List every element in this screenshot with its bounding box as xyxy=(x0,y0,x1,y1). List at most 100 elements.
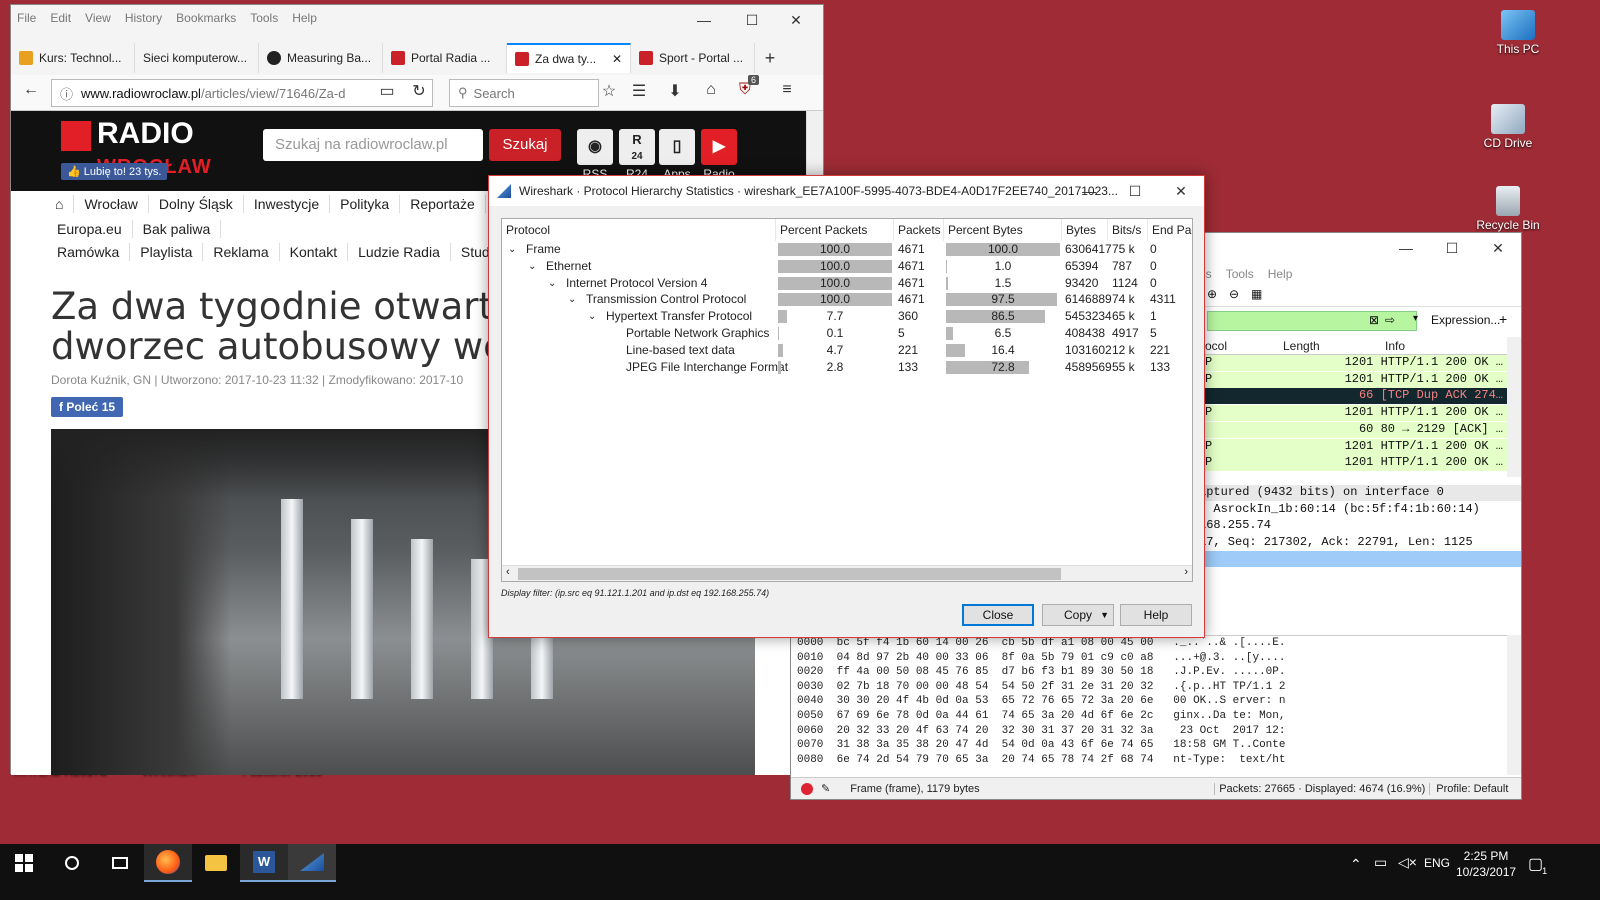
download-icon[interactable]: ⬇ xyxy=(663,81,687,101)
minimize-button[interactable]: — xyxy=(681,5,727,35)
column-header[interactable]: Length xyxy=(1283,339,1320,353)
action-center-icon[interactable]: ▢ 1 xyxy=(1528,854,1547,876)
protocol-row[interactable]: ⌄ Internet Protocol Version 4 100.0 4671 1.5… xyxy=(502,275,1192,292)
tree-horizontal-scrollbar[interactable]: ‹ › xyxy=(502,565,1192,581)
taskbar-firefox[interactable] xyxy=(144,844,192,882)
help-button[interactable]: Help xyxy=(1120,604,1192,626)
nav-item[interactable]: Bak paliwa xyxy=(133,220,222,238)
minimize-button[interactable]: — xyxy=(1383,233,1429,263)
scrollbar-thumb[interactable] xyxy=(518,568,1061,580)
bookmark-star-icon[interactable]: ☆ xyxy=(597,81,621,101)
column-header-packets[interactable]: Packets xyxy=(894,219,944,241)
column-header-end-packets[interactable]: End Pack xyxy=(1148,219,1192,241)
reload-icon[interactable]: ↻ xyxy=(407,81,431,101)
filter-dropdown-icon[interactable]: ▾ xyxy=(1413,313,1418,324)
maximize-button[interactable]: ☐ xyxy=(729,5,775,35)
menu-item[interactable]: Tools xyxy=(1226,267,1254,285)
rss-button[interactable]: ◉ RSS xyxy=(577,129,613,181)
detail-row-selected[interactable] xyxy=(1195,551,1521,567)
close-dialog-button[interactable]: Close xyxy=(962,604,1034,626)
back-arrow-icon[interactable]: ← xyxy=(19,81,43,99)
menu-file[interactable]: File xyxy=(17,11,36,27)
column-header-bits[interactable]: Bits/s xyxy=(1108,219,1148,241)
nav-item[interactable]: Ludzie Radia xyxy=(348,243,451,261)
desktop-icon-recycle-bin[interactable]: Recycle Bin xyxy=(1470,186,1546,232)
library-icon[interactable]: ☰ xyxy=(627,81,651,101)
tab-kurs[interactable]: Kurs: Technol... xyxy=(11,43,135,73)
bytes-scrollbar[interactable] xyxy=(1507,635,1521,775)
home-icon[interactable]: ⌂ xyxy=(699,81,723,99)
facebook-like-button[interactable]: 👍 Lubię to! 23 tys. xyxy=(61,163,168,180)
column-header-protocol[interactable]: Protocol xyxy=(502,219,776,241)
zoom-in-icon[interactable]: ⊕ xyxy=(1207,287,1217,301)
copy-button[interactable]: Copy ▼ xyxy=(1042,604,1114,626)
tab-sport[interactable]: Sport - Portal ... xyxy=(631,43,755,73)
network-icon[interactable]: ▭ xyxy=(1374,854,1387,871)
column-header[interactable]: Info xyxy=(1385,339,1405,353)
capture-status-icon[interactable] xyxy=(801,782,813,795)
detail-row[interactable]: aptured (9432 bits) on interface 0 xyxy=(1195,485,1521,501)
scroll-right-icon[interactable]: › xyxy=(1184,566,1188,578)
expand-chevron-icon[interactable]: ⌄ xyxy=(548,275,556,292)
apps-button[interactable]: ▯ Apps xyxy=(659,129,695,181)
apply-filter-icon[interactable]: ⇨ xyxy=(1385,313,1395,327)
expand-chevron-icon[interactable]: ⌄ xyxy=(508,241,516,258)
nav-item[interactable]: Wrocław xyxy=(74,195,149,213)
detail-row[interactable]: : AsrockIn_1b:60:14 (bc:5f:f4:1b:60:14) xyxy=(1195,502,1521,518)
language-indicator[interactable]: ENG xyxy=(1424,856,1450,870)
close-button[interactable]: ✕ xyxy=(773,5,819,35)
detail-row[interactable]: 17, Seq: 217302, Ack: 22791, Len: 1125 xyxy=(1195,535,1521,551)
nav-item[interactable]: Inwestycje xyxy=(244,195,331,213)
close-button[interactable]: ✕ xyxy=(1158,176,1204,206)
new-tab-button[interactable]: + xyxy=(755,43,785,73)
nav-item[interactable]: Polityka xyxy=(330,195,401,213)
nav-item[interactable]: Dolny Śląsk xyxy=(149,195,244,213)
protocol-row[interactable]: Portable Network Graphics 0.1 5 6.5 408438 49… xyxy=(502,325,1192,342)
radio-play-button[interactable]: ▶ Radio xyxy=(701,129,737,181)
ublock-icon[interactable]: ⛨ 6 xyxy=(733,75,759,99)
nav-item[interactable]: Reklama xyxy=(203,243,280,261)
taskbar-explorer[interactable] xyxy=(192,844,240,882)
column-header[interactable]: ocol xyxy=(1205,339,1227,353)
edit-comment-icon[interactable]: ✎ xyxy=(821,782,830,795)
site-search-button[interactable]: Szukaj xyxy=(489,129,561,161)
hamburger-menu-icon[interactable]: ≡ xyxy=(775,81,799,99)
column-header-percent-bytes[interactable]: Percent Bytes xyxy=(944,219,1062,241)
menu-edit[interactable]: Edit xyxy=(50,11,71,27)
menu-tools[interactable]: Tools xyxy=(250,11,278,27)
menu-view[interactable]: View xyxy=(85,11,111,27)
add-filter-button[interactable]: + xyxy=(1499,311,1507,327)
protocol-row[interactable]: JPEG File Interchange Format 2.8 133 72.8 45… xyxy=(502,359,1192,376)
column-header-bytes[interactable]: Bytes xyxy=(1062,219,1108,241)
menu-history[interactable]: History xyxy=(125,11,162,27)
resize-columns-icon[interactable]: ▦ xyxy=(1251,287,1262,301)
taskbar-wireshark[interactable] xyxy=(288,844,336,882)
tab-za-dwa[interactable]: Za dwa ty... ✕ xyxy=(507,43,631,73)
close-button[interactable]: ✕ xyxy=(1475,233,1521,263)
detail-row[interactable]: 168.255.74 xyxy=(1195,518,1521,534)
column-header-percent-packets[interactable]: Percent Packets xyxy=(776,219,894,241)
zoom-out-icon[interactable]: ⊖ xyxy=(1229,287,1239,301)
reader-view-icon[interactable]: ▭ xyxy=(375,81,399,101)
site-search-input[interactable]: Szukaj na radiowroclaw.pl xyxy=(263,129,483,161)
clear-filter-icon[interactable]: ⊠ xyxy=(1369,313,1379,327)
tab-close-icon[interactable]: ✕ xyxy=(612,52,622,66)
nav-item[interactable]: Europa.eu xyxy=(51,220,133,238)
nav-item[interactable]: Reportaże xyxy=(400,195,486,213)
search-input[interactable]: ⚲ Search xyxy=(449,79,599,107)
taskbar-word[interactable]: W xyxy=(240,844,288,882)
maximize-button[interactable]: ☐ xyxy=(1429,233,1475,263)
task-view-button[interactable] xyxy=(96,844,144,882)
info-icon[interactable]: ⓘ xyxy=(60,84,73,103)
tray-chevron-icon[interactable]: ⌃ xyxy=(1350,856,1362,873)
protocol-row[interactable]: Line-based text data 4.7 221 16.4 1031602 12 … xyxy=(502,342,1192,359)
expand-chevron-icon[interactable]: ⌄ xyxy=(568,291,576,308)
tab-portal-radia[interactable]: Portal Radia ... xyxy=(383,43,507,73)
home-icon[interactable]: ⌂ xyxy=(51,195,75,213)
tab-sieci[interactable]: Sieci komputerow... xyxy=(135,43,259,73)
scroll-left-icon[interactable]: ‹ xyxy=(506,566,510,578)
nav-item[interactable]: Kontakt xyxy=(280,243,349,261)
tab-measuring[interactable]: Measuring Ba... xyxy=(259,43,383,73)
menu-item[interactable]: Help xyxy=(1268,267,1293,285)
status-profile[interactable]: Profile: Default xyxy=(1429,782,1514,795)
